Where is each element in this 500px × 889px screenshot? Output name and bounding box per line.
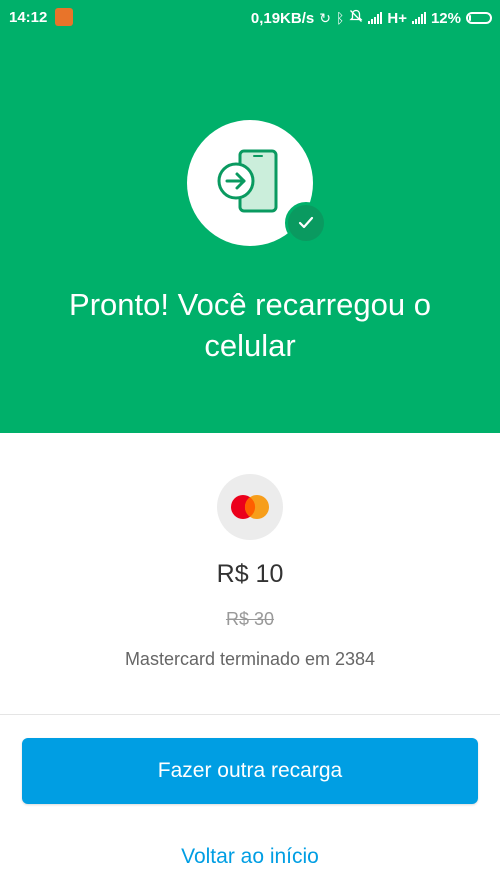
status-time: 14:12 xyxy=(9,9,48,26)
status-indicators: 0,19KB/s ↻ ᛒ H+ 12% xyxy=(251,9,492,27)
original-amount: R$ 30 xyxy=(225,609,275,629)
mastercard-logo-icon xyxy=(231,495,269,519)
recharge-amount: R$ 10 xyxy=(216,560,284,588)
back-to-home-link[interactable]: Voltar ao início xyxy=(0,845,500,869)
signal-strength-icon xyxy=(368,12,383,24)
new-recharge-button[interactable]: Fazer outra recarga xyxy=(22,738,478,804)
network-type: H+ xyxy=(387,9,407,27)
mute-icon xyxy=(349,9,363,27)
success-check-badge xyxy=(285,202,327,244)
notification-app-icon xyxy=(55,8,73,26)
battery-percent: 12% xyxy=(430,9,461,27)
phone-recharge-icon xyxy=(217,149,278,213)
bluetooth-icon: ᛒ xyxy=(335,10,345,26)
status-bar: 14:12 0,19KB/s ↻ ᛒ H+ 12% xyxy=(0,0,500,36)
payment-card-description: Mastercard terminado em 2384 xyxy=(124,649,376,669)
network-speed: 0,19KB/s xyxy=(250,9,315,27)
signal-strength-icon-2 xyxy=(411,12,426,24)
success-banner: Pronto! Você recarregou o celular xyxy=(0,36,500,433)
battery-fill xyxy=(469,15,471,21)
checkmark-icon xyxy=(298,216,314,229)
battery-icon xyxy=(466,12,492,24)
divider xyxy=(0,714,500,715)
card-brand-badge xyxy=(217,474,283,540)
success-title: Pronto! Você recarregou o celular xyxy=(69,287,431,363)
sync-icon: ↻ xyxy=(319,9,331,26)
